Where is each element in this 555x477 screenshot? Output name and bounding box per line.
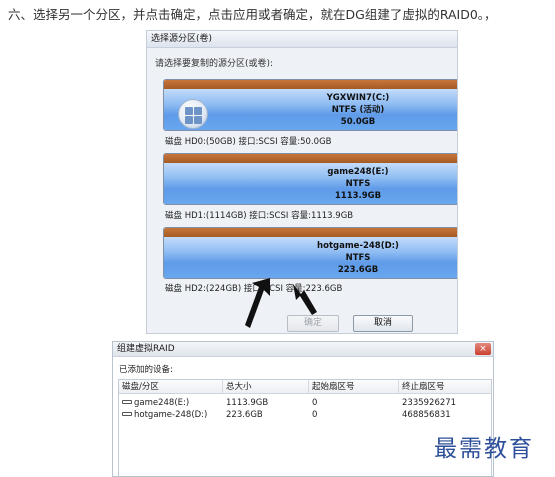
partition-size: 223.6GB <box>337 265 379 275</box>
column-header[interactable]: 磁盘/分区 <box>119 380 223 394</box>
windows-logo-icon <box>178 99 208 129</box>
added-devices-label: 已添加的设备: <box>119 365 173 375</box>
partition-fs: NTFS (活动) <box>331 105 385 115</box>
instruction-text: 六、选择另一个分区，并点击确定，点击应用或者确定，就在DG组建了虚拟的RAID0… <box>8 7 497 22</box>
dialog-prompt: 请选择要复制的源分区(或卷): <box>155 59 274 69</box>
dialog-title: 组建虚拟RAID × <box>113 342 493 357</box>
column-header[interactable]: 起始扇区号 <box>309 380 399 394</box>
partition-size: 1113.9GB <box>334 191 382 201</box>
partition-fs: NTFS <box>345 179 371 189</box>
disk-icon <box>122 411 132 416</box>
watermark: 最需教育 <box>434 436 534 462</box>
column-header[interactable]: 终止扇区号 <box>399 380 492 394</box>
disk-icon <box>122 399 132 404</box>
annotation-arrow-icon <box>293 284 317 315</box>
column-header[interactable]: 总大小 <box>223 380 309 394</box>
disk-info: 磁盘 HD0:(50GB) 接口:SCSI 容量:50.0GB <box>165 137 332 147</box>
partition-name: YGXWIN7(C:) <box>326 93 390 103</box>
partition-c[interactable]: YGXWIN7(C:) NTFS (活动) 50.0GB <box>163 79 457 131</box>
ok-button[interactable]: 确定 <box>287 315 339 332</box>
close-icon[interactable]: × <box>475 343 491 355</box>
table-row[interactable]: game248(E:) 1113.9GB 0 2335926271 <box>119 397 491 409</box>
partition-fs: NTFS <box>345 253 371 263</box>
partition-d[interactable]: hotgame-248(D:) NTFS 223.6GB <box>163 227 457 279</box>
partition-name: game248(E:) <box>327 167 389 177</box>
partition-e[interactable]: game248(E:) NTFS 1113.9GB <box>163 153 457 205</box>
cancel-button[interactable]: 取消 <box>353 315 413 332</box>
annotation-arrow-icon <box>245 278 270 328</box>
partition-size: 50.0GB <box>340 117 376 127</box>
dialog-title: 选择源分区(卷) <box>147 31 457 48</box>
table-row[interactable]: hotgame-248(D:) 223.6GB 0 468856831 <box>119 409 491 421</box>
disk-info: 磁盘 HD1:(1114GB) 接口:SCSI 容量:1113.9GB <box>165 211 354 221</box>
partition-name: hotgame-248(D:) <box>317 241 399 251</box>
